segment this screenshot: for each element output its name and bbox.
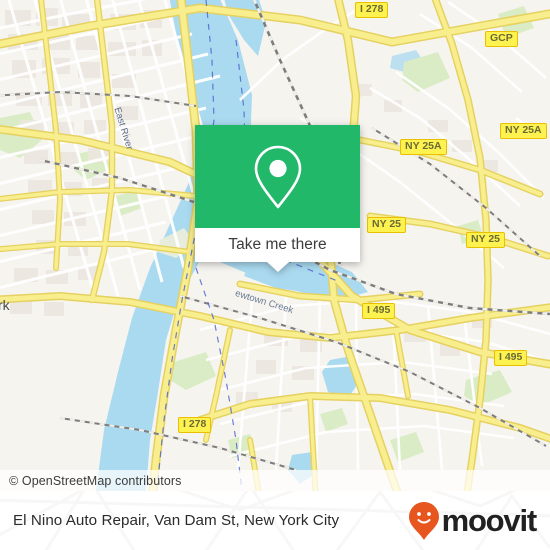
take-me-there-label: Take me there (228, 236, 327, 253)
road-shield-i-495-east[interactable]: I 495 (494, 350, 528, 367)
footer-bar: El Nino Auto Repair, Van Dam St, New Yor… (0, 491, 550, 550)
moovit-wordmark: moovit (441, 503, 538, 538)
map-attribution[interactable]: © OpenStreetMap contributors (0, 470, 550, 491)
bubble-tail (266, 262, 289, 272)
road-shield-gcp[interactable]: GCP (485, 31, 518, 48)
place-label-new-york: rk (0, 297, 10, 313)
take-me-there-bubble[interactable]: Take me there (195, 125, 360, 272)
moovit-pin-smiley-icon (408, 501, 439, 540)
road-shield-ny-25-west[interactable]: NY 25 (367, 217, 406, 234)
road-shield-ny-25a-east[interactable]: NY 25A (500, 123, 547, 140)
road-shield-i-495-west[interactable]: I 495 (362, 303, 396, 320)
attribution-text: © OpenStreetMap contributors (9, 473, 182, 488)
map-pin-icon (254, 145, 301, 208)
bubble-header (195, 125, 360, 228)
moovit-map-screenshot: rk East River ewtown Creek I 278 GCP NY … (0, 0, 550, 550)
road-shield-ny-25a-west[interactable]: NY 25A (400, 139, 447, 156)
moovit-logo[interactable]: moovit (408, 501, 538, 541)
take-me-there-button[interactable]: Take me there (195, 228, 360, 262)
location-title: El Nino Auto Repair, Van Dam St, New Yor… (13, 512, 340, 529)
road-shield-i-278-south[interactable]: I 278 (178, 417, 212, 434)
road-shield-ny-25-east[interactable]: NY 25 (466, 232, 505, 249)
road-shield-i-278-north[interactable]: I 278 (355, 2, 389, 19)
